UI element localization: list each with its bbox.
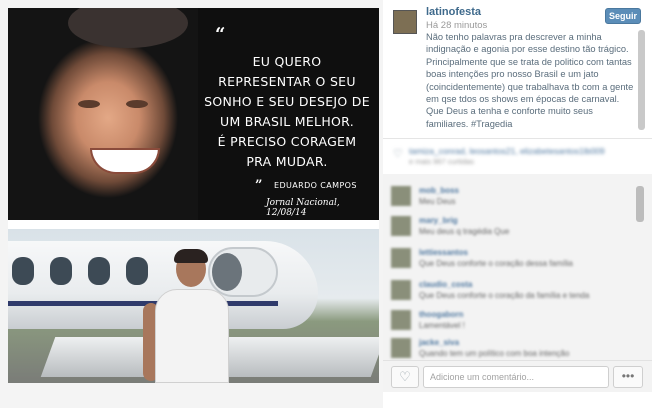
quote-line: É PRECISO CORAGEM [217,134,357,149]
comment-text: Quando tem um político com boa intenção [419,349,570,358]
post-caption: Não tenho palavras pra descrever a minha… [426,32,634,129]
comment-bar: ♡ Adicione um comentário... ••• [383,360,652,392]
comment-text: Que Deus conforte o coração dessa famíli… [419,259,573,268]
hair-shape [68,8,188,48]
instagram-post-view: “ EU QUERO REPRESENTAR O SEU SONHO E SEU… [0,0,652,408]
man-in-white-shirt [143,249,233,383]
comment-text: Que Deus conforte o coração da família e… [419,291,590,300]
quote-line: EU QUERO [252,54,322,69]
likes-users[interactable]: tamiza_conrad, leosantos21, elizabetesan… [409,146,605,156]
comment-user[interactable]: mob_boss [419,186,459,195]
quote-text: EU QUERO REPRESENTAR O SEU SONHO E SEU D… [198,52,376,172]
smile-shape [90,148,160,174]
like-button[interactable]: ♡ [391,366,419,388]
quote-source: Jornal Nacional, 12/08/14 [266,198,340,218]
comment-user[interactable]: claudio_costa [419,280,472,289]
quote-open-mark: “ [215,24,226,45]
divider [383,138,652,139]
comments-list: mob_boss Meu Deus mary_brig Meu deus q t… [383,174,652,360]
quote-image: “ EU QUERO REPRESENTAR O SEU SONHO E SEU… [8,8,379,220]
list-item: thoogaborn Lamentável ! [391,308,631,336]
likes-count: e mais 967 curtidas [409,157,475,166]
jet-window [88,257,110,285]
list-item: claudio_costa Que Deus conforte o coraçã… [391,278,631,306]
username-link[interactable]: latinofesta [426,6,481,18]
avatar[interactable] [391,310,411,330]
quote-close-mark: ” [255,178,263,193]
likes-row: ♡ tamiza_conrad, leosantos21, elizabetes… [393,146,638,168]
comment-user[interactable]: mary_brig [419,216,458,225]
jet-window [50,257,72,285]
person-shirt [155,289,229,383]
more-options-button[interactable]: ••• [613,366,643,388]
caption-scrollbar[interactable] [638,30,645,130]
avatar[interactable] [391,248,411,268]
quote-line: UM BRASIL MELHOR. [220,114,354,129]
avatar[interactable] [391,280,411,300]
list-item: lettiessantos Que Deus conforte o coraçã… [391,246,631,274]
comment-user[interactable]: lettiessantos [419,248,468,257]
heart-icon: ♡ [399,369,411,384]
eye-right [126,100,148,108]
quote-line: SONHO E SEU DESEJO DE [204,94,370,109]
list-item: mary_brig Meu deus q tragédia Que [391,214,631,242]
jet-photo [8,229,379,383]
quote-author: EDUARDO CAMPOS [274,181,357,190]
post-photo[interactable]: “ EU QUERO REPRESENTAR O SEU SONHO E SEU… [8,8,379,383]
eye-left [78,100,100,108]
jet-window [12,257,34,285]
heart-icon: ♡ [393,148,403,160]
comments-scrollbar[interactable] [636,186,644,222]
avatar[interactable] [391,338,411,358]
list-item: jacke_siva Quando tem um político com bo… [391,336,631,360]
comment-user[interactable]: thoogaborn [419,310,463,319]
post-time: Há 28 minutos [426,20,488,31]
avatar[interactable] [391,216,411,236]
follow-button[interactable]: Seguir [605,8,641,24]
avatar[interactable] [391,186,411,206]
list-item: mob_boss Meu Deus [391,184,631,212]
quote-line: PRA MUDAR. [246,154,328,169]
comment-text: Lamentável ! [419,321,465,330]
comment-user[interactable]: jacke_siva [419,338,459,347]
comment-input[interactable]: Adicione um comentário... [423,366,609,388]
comment-text: Meu deus q tragédia Que [419,227,510,236]
person-hair [174,249,208,263]
user-avatar[interactable] [393,10,417,34]
quote-line: REPRESENTAR O SEU [218,74,356,89]
comment-text: Meu Deus [419,197,456,206]
smiling-man-portrait [8,8,198,220]
post-sidebar: latinofesta Há 28 minutos Seguir Não ten… [383,0,652,408]
